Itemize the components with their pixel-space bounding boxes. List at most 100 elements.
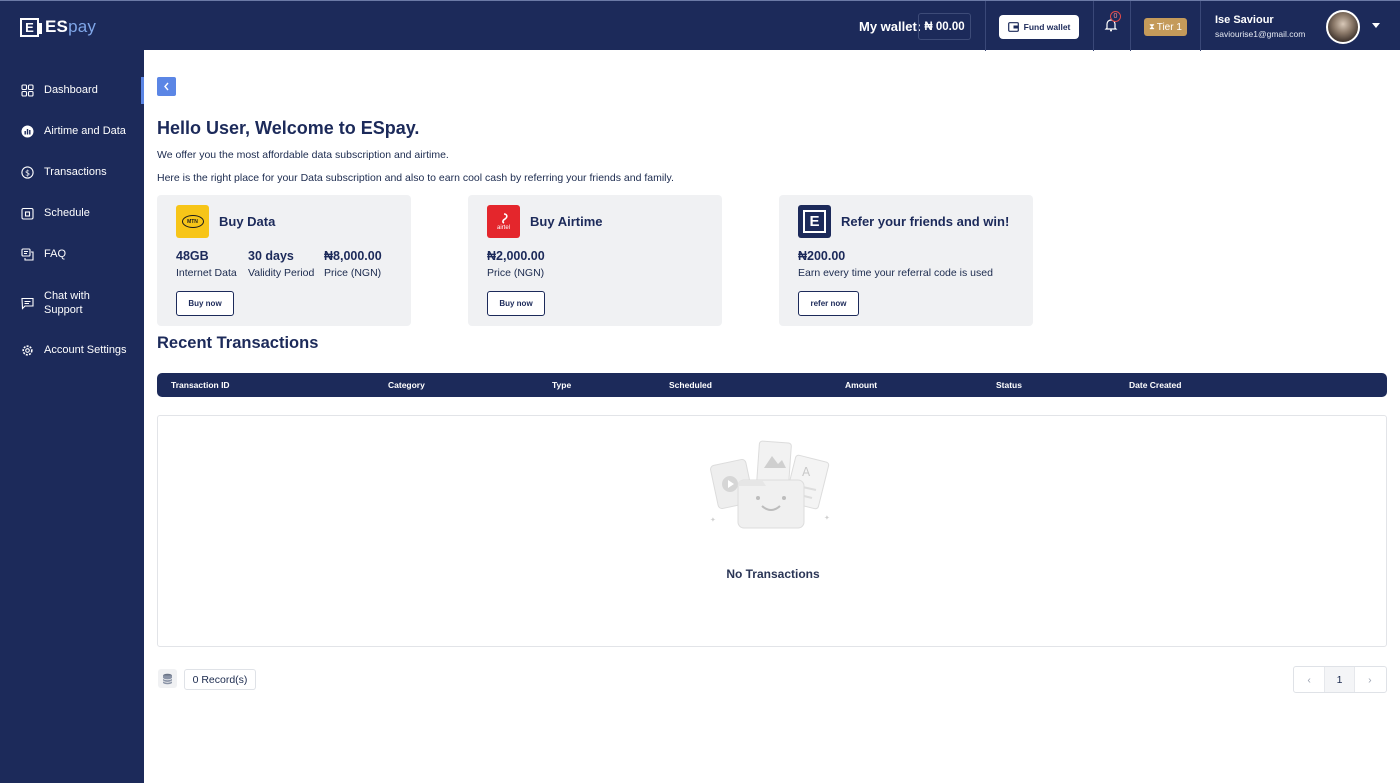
empty-state-text: No Transactions [726,567,820,581]
top-bar: E ESpay My wallet: ₦ 00.00 Fund wallet 0… [0,0,1400,51]
sidebar-item-label: Dashboard [44,84,98,96]
stat-value: ₦2,000.00 [487,249,545,263]
column-header[interactable]: Amount [845,380,877,390]
faq-icon [21,247,34,261]
intro-text: Here is the right place for your Data su… [157,172,674,184]
divider [1200,1,1201,51]
espay-logo-letter: E [803,210,826,233]
sidebar-item-label: Transactions [44,166,107,178]
sidebar-item-chat-support[interactable]: Chat with Support [21,289,121,317]
buy-data-card: MTN Buy Data 48GB Internet Data 30 days … [157,195,411,326]
svg-text:✦: ✦ [710,516,716,524]
page-title: Hello User, Welcome to ESpay. [157,118,420,138]
refer-now-button[interactable]: refer now [798,291,859,316]
stat-referral-reward: ₦200.00 Earn every time your referral co… [798,249,993,279]
prev-page-button[interactable]: ‹ [1294,667,1324,692]
divider [1130,1,1131,51]
espay-card-logo: E [798,205,831,238]
hourglass-icon: ⧗ [1149,22,1155,31]
sidebar-item-label: Chat with Support [44,290,90,316]
intro-text: We offer you the most affordable data su… [157,149,449,161]
wallet-icon [1007,22,1019,32]
pagination: ‹ 1 › [1293,666,1387,693]
grid-icon [21,83,34,97]
card-title: Refer your friends and win! [841,214,1010,229]
stat-label: Price (NGN) [487,267,545,279]
stat-label: Validity Period [248,267,315,279]
column-header[interactable]: Scheduled [669,380,712,390]
column-header[interactable]: Type [552,380,571,390]
avatar[interactable] [1326,10,1360,44]
dollar-icon: $ [21,165,34,179]
sidebar-item-label: Account Settings [44,344,127,356]
buy-data-button[interactable]: Buy now [176,291,234,316]
divider [985,1,986,51]
column-header[interactable]: Date Created [1129,380,1181,390]
stat-value: ₦8,000.00 [324,249,382,263]
buy-airtime-card: airtel Buy Airtime ₦2,000.00 Price (NGN)… [468,195,722,326]
empty-state-illustration: A ✦ ✦ [710,440,830,529]
stat-value: ₦200.00 [798,249,846,263]
database-glyph [162,673,173,684]
airtel-logo: airtel [487,205,520,238]
back-button[interactable] [157,77,176,96]
divider [1093,1,1094,51]
sidebar-item-dashboard[interactable]: Dashboard [21,83,98,97]
refer-card: E Refer your friends and win! ₦200.00 Ea… [779,195,1033,326]
logo-es: ES [45,17,69,36]
table-body: A ✦ ✦ No Transactions [157,415,1387,647]
fund-wallet-button[interactable]: Fund wallet [999,15,1079,39]
sidebar: Dashboard Airtime and Data $ Transaction… [0,50,144,783]
sidebar-item-transactions[interactable]: $ Transactions [21,165,107,179]
sidebar-item-label: Airtime and Data [44,125,126,137]
tier-badge: ⧗ Tier 1 [1144,18,1187,36]
chevron-left-icon [164,82,169,91]
espay-logo[interactable]: E ESpay [20,16,96,38]
sidebar-item-label: Schedule [44,207,90,219]
svg-text:$: $ [25,168,30,177]
logo-text: ESpay [45,17,96,37]
sidebar-item-account-settings[interactable]: Account Settings [21,343,127,357]
column-header[interactable]: Status [996,380,1022,390]
stat-price: ₦2,000.00 Price (NGN) [487,249,545,279]
calendar-icon [21,207,34,220]
chat-icon [21,297,34,310]
section-title: Recent Transactions [157,334,319,352]
stat-value: 48GB [176,249,209,263]
mtn-logo-text: MTN [181,215,204,228]
fund-wallet-label: Fund wallet [1023,22,1071,32]
sidebar-item-airtime-data[interactable]: Airtime and Data [21,124,126,138]
page-number[interactable]: 1 [1324,667,1355,692]
user-name: Ise Saviour [1215,14,1274,26]
chevron-down-icon[interactable] [1372,23,1380,28]
stat-value: 30 days [248,249,294,263]
stat-label: Price (NGN) [324,267,382,279]
wallet-balance: ₦ 00.00 [918,13,971,40]
column-header[interactable]: Transaction ID [171,380,230,390]
user-email: saviourise1@gmail.com [1215,29,1306,39]
database-icon [158,669,177,688]
active-indicator [141,77,144,104]
airtel-swirl-icon [501,212,508,224]
sidebar-item-schedule[interactable]: Schedule [21,206,90,220]
column-header[interactable]: Category [388,380,425,390]
gear-icon [22,344,33,356]
tier-label: Tier 1 [1156,21,1182,33]
stat-label: Earn every time your referral code is us… [798,267,993,279]
stat-label: Internet Data [176,267,237,279]
records-count: 0 Record(s) [184,669,256,690]
svg-text:A: A [802,465,811,479]
airtel-logo-text: airtel [496,224,510,231]
notification-badge: 0 [1110,11,1121,22]
next-page-button[interactable]: › [1355,667,1385,692]
buy-airtime-button[interactable]: Buy now [487,291,545,316]
card-title: Buy Airtime [530,214,603,229]
mtn-logo: MTN [176,205,209,238]
sidebar-item-label: FAQ [44,248,67,260]
card-title: Buy Data [219,214,276,229]
stat-internet-data: 48GB Internet Data [176,249,237,279]
logo-mark: E [20,17,42,37]
sidebar-item-faq[interactable]: FAQ [21,247,66,261]
stat-validity: 30 days Validity Period [248,249,314,279]
svg-text:✦: ✦ [824,514,830,522]
